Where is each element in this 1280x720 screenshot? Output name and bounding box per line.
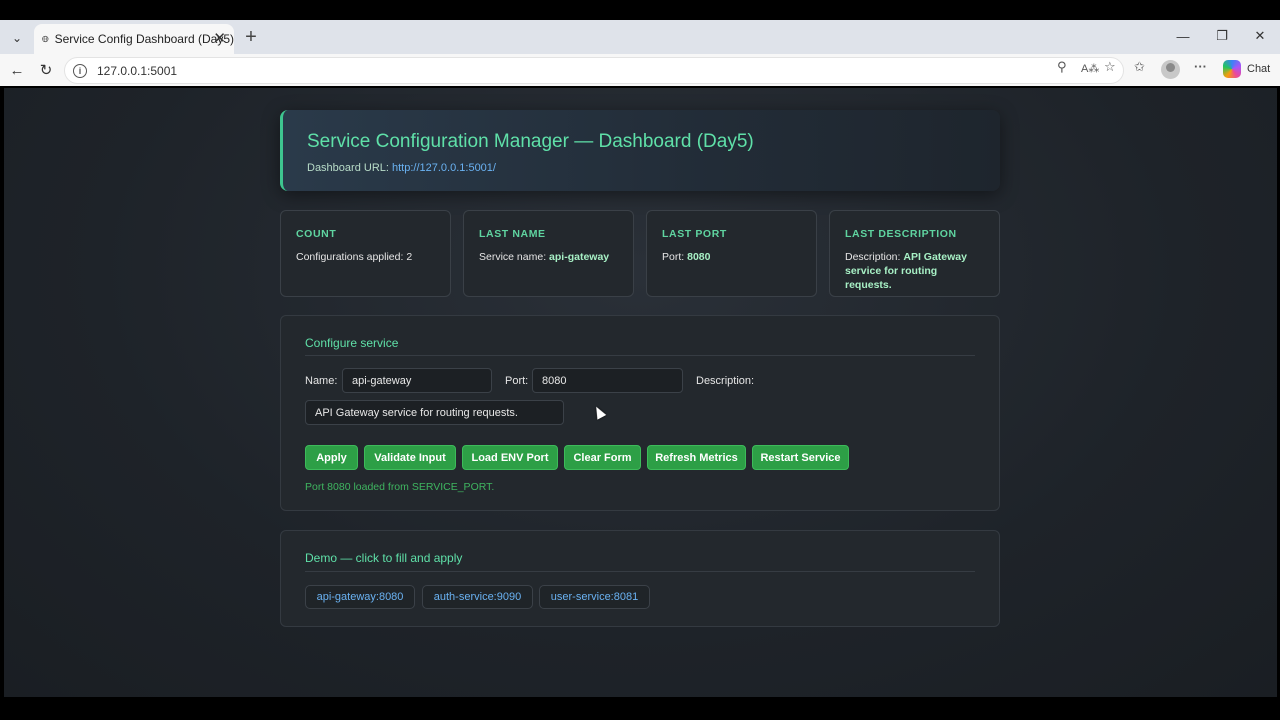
card-label: Port: [662,251,685,263]
address-bar[interactable]: i 127.0.0.1:5001 [64,57,1124,84]
status-message: Port 8080 loaded from SERVICE_PORT. [305,481,495,493]
site-info-icon[interactable]: i [73,63,87,78]
restore-icon[interactable]: ❐ [1211,26,1233,46]
last-name-card: LAST NAME Service name: api-gateway [463,210,634,297]
divider [305,355,975,356]
favorites-list-icon[interactable]: ✩ [1134,59,1145,75]
count-card: COUNT Configurations applied: 2 [280,210,451,297]
card-label: Service name: [479,251,547,263]
tab-actions-chevron-icon[interactable]: ⌄ [6,27,28,49]
reload-icon[interactable]: ↻ [35,59,57,81]
load-env-port-button[interactable]: Load ENV Port [462,445,558,470]
refresh-metrics-button[interactable]: Refresh Metrics [647,445,746,470]
browser-toolbar: ← ↻ i 127.0.0.1:5001 ⚲ A⁂ ☆ ✩ ··· Chat [0,54,1280,86]
name-label: Name: [305,375,338,387]
card-label: Configurations applied: [296,251,404,263]
screen-bottom-border [0,698,1280,720]
card-title: COUNT [296,228,337,240]
count-value: 2 [406,251,413,263]
browser-tab[interactable]: Service Config Dashboard (Day5) ✕ [34,24,234,54]
card-body: Port: 8080 [662,250,801,264]
favorite-star-icon[interactable]: ☆ [1104,59,1116,75]
dashboard-url-label: Dashboard URL: [307,162,389,174]
clear-form-button[interactable]: Clear Form [564,445,641,470]
new-tab-plus-icon[interactable]: + [240,26,262,48]
read-aloud-icon[interactable]: A⁂ [1081,62,1099,75]
description-label: Description: [696,375,755,387]
close-tab-icon[interactable]: ✕ [213,29,226,47]
back-arrow-icon[interactable]: ← [6,59,28,81]
page-viewport: Service Configuration Manager — Dashboar… [4,88,1277,697]
last-port-value: 8080 [687,251,711,263]
last-name-value: api-gateway [549,251,610,263]
profile-avatar-icon[interactable] [1161,60,1180,79]
demo-title: Demo — click to fill and apply [305,551,463,565]
configure-title: Configure service [305,336,399,350]
close-window-icon[interactable]: ✕ [1249,26,1271,46]
screen-top-border [0,0,1280,20]
demo-chip-api-gateway[interactable]: api-gateway:8080 [305,585,415,609]
card-body: Service name: api-gateway [479,250,618,264]
restart-service-button[interactable]: Restart Service [752,445,849,470]
configure-panel: Configure service Name: Port: Descriptio… [280,315,1000,511]
port-input[interactable] [532,368,683,393]
minimize-icon[interactable]: — [1172,26,1194,46]
card-title: LAST NAME [479,228,546,240]
card-body: Description: API Gateway service for rou… [845,250,984,292]
divider [305,571,975,572]
card-label: Description: [845,251,901,263]
zoom-out-icon[interactable]: ⚲ [1057,59,1067,75]
demo-chip-auth-service[interactable]: auth-service:9090 [422,585,533,609]
card-title: LAST DESCRIPTION [845,228,957,240]
validate-input-button[interactable]: Validate Input [364,445,456,470]
dashboard-url-line: Dashboard URL: http://127.0.0.1:5001/ [307,162,1000,174]
card-body: Configurations applied: 2 [296,250,435,264]
more-menu-icon[interactable]: ··· [1194,59,1207,74]
card-title: LAST PORT [662,228,727,240]
chat-label[interactable]: Chat [1247,63,1270,75]
tab-title: Service Config Dashboard (Day5) [54,32,234,46]
apply-button[interactable]: Apply [305,445,358,470]
browser-tab-strip: ⌄ Service Config Dashboard (Day5) ✕ + — … [0,20,1280,54]
name-input[interactable] [342,368,492,393]
dashboard-url-link[interactable]: http://127.0.0.1:5001/ [392,162,496,174]
url-text: 127.0.0.1:5001 [97,63,178,78]
description-input[interactable] [305,400,564,425]
page-title: Service Configuration Manager — Dashboar… [307,131,754,152]
copilot-icon[interactable] [1223,60,1241,78]
port-label: Port: [505,375,529,387]
dashboard-header: Service Configuration Manager — Dashboar… [280,110,1000,191]
last-description-card: LAST DESCRIPTION Description: API Gatewa… [829,210,1000,297]
globe-icon [42,35,49,43]
last-port-card: LAST PORT Port: 8080 [646,210,817,297]
demo-chip-user-service[interactable]: user-service:8081 [539,585,650,609]
demo-panel: Demo — click to fill and apply api-gatew… [280,530,1000,627]
